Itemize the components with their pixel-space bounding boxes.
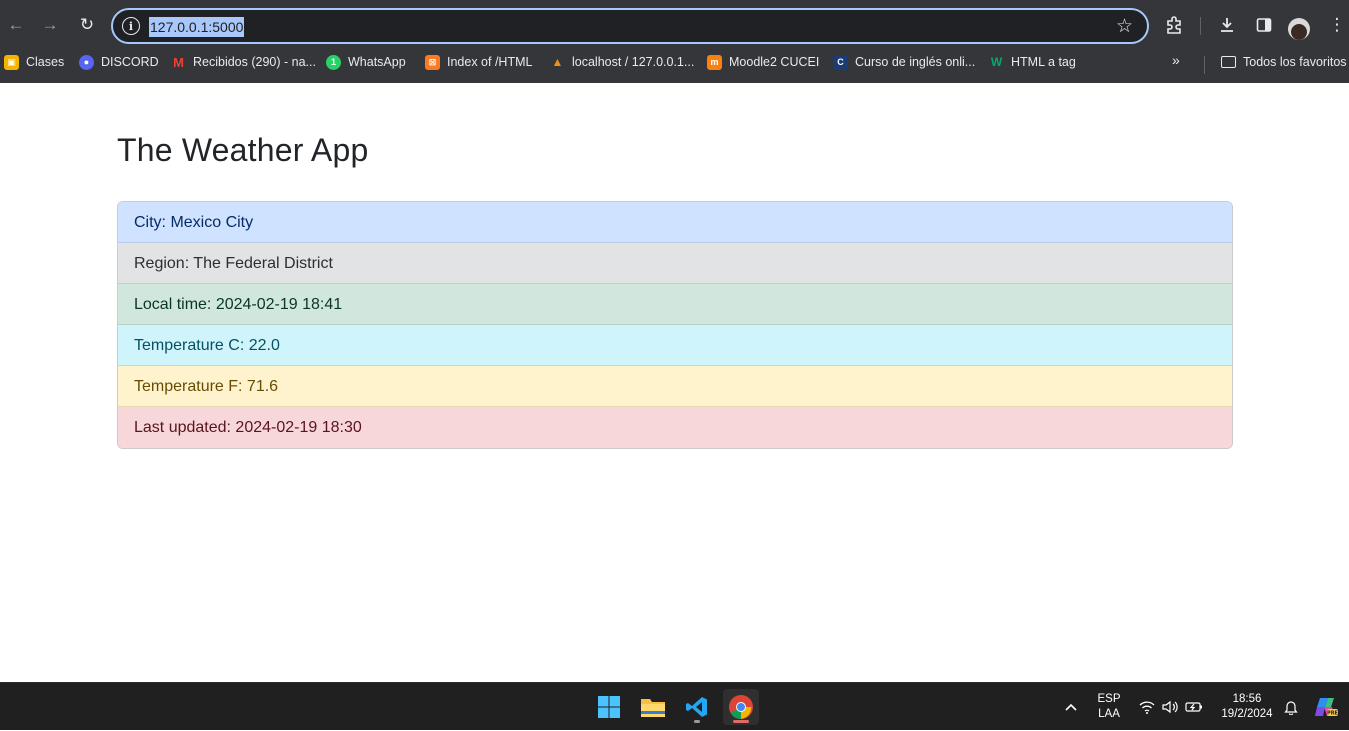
running-indicator	[694, 720, 700, 723]
w3schools-icon: W	[990, 55, 1003, 69]
downloads-icon[interactable]	[1212, 10, 1242, 40]
volume-icon[interactable]	[1160, 683, 1180, 731]
classroom-icon: ▣	[4, 54, 19, 70]
forward-icon[interactable]: →	[35, 10, 65, 40]
file-explorer-icon[interactable]	[635, 689, 671, 725]
temperature-f-item: Temperature F: 71.6	[118, 366, 1232, 407]
phpmyadmin-icon: ▲	[551, 55, 564, 69]
bookmarks-overflow-icon[interactable]: »	[1172, 52, 1180, 68]
bookmark-star-icon[interactable]: ☆	[1116, 15, 1133, 38]
gmail-icon: M	[173, 54, 184, 70]
whatsapp-icon: 1	[326, 54, 341, 70]
keyboard-layout: LAA	[1098, 708, 1120, 720]
page-title: The Weather App	[117, 132, 369, 168]
language-code: ESP	[1097, 693, 1121, 705]
bookmark-label: WhatsApp	[348, 55, 406, 69]
copilot-icon[interactable]: PRE	[1312, 683, 1340, 731]
folder-icon	[1221, 56, 1236, 68]
url-text[interactable]: 127.0.0.1:5000	[149, 17, 245, 37]
browser-toolbar: ← → ↻ i 127.0.0.1:5000 ☆ ⋮	[0, 4, 1349, 46]
clock[interactable]: 18:56 19/2/2024	[1212, 683, 1282, 731]
bookmark-gmail[interactable]: M Recibidos (290) - na...	[171, 52, 316, 72]
show-hidden-icons-chevron-icon[interactable]	[1060, 683, 1082, 731]
vscode-icon[interactable]	[679, 689, 715, 725]
input-language-indicator[interactable]: ESP LAA	[1090, 683, 1128, 731]
reload-icon[interactable]: ↻	[72, 10, 102, 40]
windows-start-icon[interactable]	[591, 689, 627, 725]
wifi-icon[interactable]	[1137, 683, 1157, 731]
address-bar[interactable]: i 127.0.0.1:5000 ☆	[111, 8, 1149, 44]
all-bookmarks-folder[interactable]: Todos los favoritos	[1221, 52, 1347, 72]
bookmark-localhost[interactable]: ▲ localhost / 127.0.0.1...	[550, 52, 695, 72]
bookmarks-bar: ▣ Clases ● DISCORD M Recibidos (290) - n…	[0, 48, 1349, 76]
bookmark-html-a-tag[interactable]: W HTML a tag	[989, 52, 1076, 72]
bookmark-discord[interactable]: ● DISCORD	[79, 52, 159, 72]
site-info-icon[interactable]: i	[122, 17, 140, 35]
moodle-icon: m	[707, 54, 722, 70]
svg-text:PRE: PRE	[1327, 711, 1338, 717]
bookmark-index-html[interactable]: ⊠ Index of /HTML	[425, 52, 532, 72]
weather-list: City: Mexico City Region: The Federal Di…	[117, 201, 1233, 449]
extensions-icon[interactable]	[1159, 10, 1189, 40]
cambridge-icon: C	[833, 54, 848, 70]
last-updated-item: Last updated: 2024-02-19 18:30	[118, 407, 1232, 448]
bookmark-clases[interactable]: ▣ Clases	[4, 52, 64, 72]
side-panel-icon[interactable]	[1249, 10, 1279, 40]
menu-kebab-icon[interactable]: ⋮	[1322, 10, 1349, 40]
all-bookmarks-label: Todos los favoritos	[1243, 55, 1347, 69]
bookmark-label: Recibidos (290) - na...	[193, 55, 316, 69]
bookmark-label: localhost / 127.0.0.1...	[572, 55, 695, 69]
battery-charging-icon[interactable]	[1184, 683, 1204, 731]
profile-avatar[interactable]	[1288, 18, 1310, 40]
bookmark-label: Index of /HTML	[447, 55, 533, 69]
region-item: Region: The Federal District	[118, 243, 1232, 284]
local-time-item: Local time: 2024-02-19 18:41	[118, 284, 1232, 325]
bookmark-label: HTML a tag	[1011, 55, 1076, 69]
toolbar-divider	[1200, 17, 1201, 35]
bookmark-moodle[interactable]: m Moodle2 CUCEI	[707, 52, 819, 72]
city-item: City: Mexico City	[118, 202, 1232, 243]
bookmark-curso-ingles[interactable]: C Curso de inglés onli...	[833, 52, 975, 72]
bookmark-label: Moodle2 CUCEI	[729, 55, 820, 69]
windows-taskbar: ESP LAA 18:56 19/2/2024 PRE	[0, 682, 1349, 730]
notification-bell-icon[interactable]	[1281, 683, 1301, 731]
browser-chrome: ← → ↻ i 127.0.0.1:5000 ☆ ⋮ ▣ Clases ● DI…	[0, 0, 1349, 83]
bookmark-label: Curso de inglés onli...	[855, 55, 976, 69]
temperature-c-item: Temperature C: 22.0	[118, 325, 1232, 366]
clock-date: 19/2/2024	[1221, 708, 1273, 720]
bookmark-whatsapp[interactable]: 1 WhatsApp	[326, 52, 406, 72]
bookmark-label: Clases	[26, 55, 65, 69]
back-icon[interactable]: ←	[1, 10, 31, 40]
page-content: The Weather App City: Mexico City Region…	[0, 83, 1349, 682]
chrome-icon[interactable]	[723, 689, 759, 725]
xampp-icon: ⊠	[425, 54, 440, 70]
clock-time: 18:56	[1232, 693, 1262, 705]
bookmarks-divider	[1204, 56, 1205, 74]
active-indicator	[733, 720, 749, 723]
discord-icon: ●	[79, 54, 94, 70]
bookmark-label: DISCORD	[101, 55, 159, 69]
